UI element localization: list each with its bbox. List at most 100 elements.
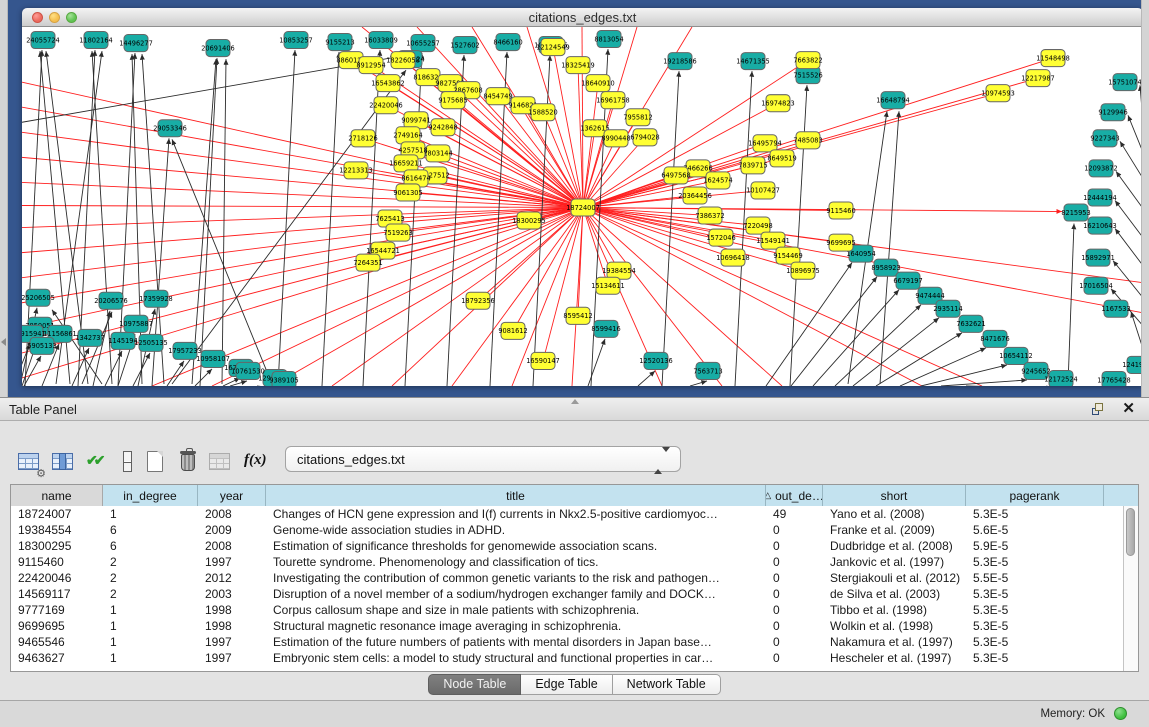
graph-node[interactable]: 12093872 [1084,160,1118,177]
table-row[interactable]: 2242004622012Investigating the contribut… [11,570,1123,586]
graph-node[interactable]: 16210643 [1083,217,1117,234]
graph-node[interactable]: 29053346 [153,120,187,137]
graph-node[interactable]: 9175685 [438,92,467,109]
graph-node[interactable]: 1572046 [706,229,735,246]
citation-network-graph[interactable]: 2405572411802164144962772069140610853257… [22,27,1143,386]
function-builder-icon[interactable]: f(x) [243,448,271,476]
graph-node[interactable]: 12520136 [639,352,673,369]
graph-node[interactable]: 18300295 [512,212,546,229]
graph-node[interactable]: 18640910 [581,75,615,92]
graph-node[interactable]: 12172524 [1044,370,1078,386]
table-row[interactable]: 946362711997Embryonic stem cells: a mode… [11,650,1123,666]
tab-edge-table[interactable]: Edge Table [521,674,612,695]
graph-node[interactable]: 16648794 [876,92,910,109]
graph-node[interactable]: 8595412 [563,307,592,324]
graph-node[interactable]: 10107427 [746,182,780,199]
graph-node[interactable]: 20206576 [94,292,128,309]
graph-node[interactable]: 8649519 [767,150,796,167]
column-header-title[interactable]: title [266,485,766,506]
column-header-name[interactable]: name [11,485,103,506]
graph-node[interactable]: 7485083 [793,132,822,149]
table-row[interactable]: 1456911722003Disruption of a novel membe… [11,586,1123,602]
window-titlebar[interactable]: citations_edges.txt [22,8,1143,27]
graph-node[interactable]: 19218586 [663,53,697,70]
graph-node[interactable]: 7563713 [693,362,722,379]
graph-node[interactable]: 9115460 [826,202,855,219]
graph-node[interactable]: 12124549 [536,39,570,56]
graph-node[interactable]: 6679197 [893,272,922,289]
graph-node[interactable]: 7632621 [956,315,985,332]
graph-node[interactable]: 1527602 [450,37,479,54]
new-table-icon[interactable] [142,448,170,476]
graph-node[interactable]: 16659211 [389,155,423,172]
table-row[interactable]: 969969511998Structural magnetic resonanc… [11,618,1123,634]
table-row[interactable]: 911546021997Tourette syndrome. Phenomeno… [11,554,1123,570]
graph-node[interactable]: 12217987 [1021,70,1055,87]
graph-node[interactable]: 14496277 [119,35,153,52]
graph-node[interactable]: 9129946 [1098,104,1127,121]
table-panel-header[interactable]: Table Panel ✕ [0,397,1149,421]
graph-node[interactable]: 11548498 [1036,50,1070,67]
graph-node[interactable]: 22420046 [369,97,403,114]
graph-node[interactable]: 7663822 [793,52,822,69]
graph-node[interactable]: 17765428 [1097,371,1131,386]
delete-entries-icon[interactable] [175,448,203,476]
graph-node[interactable]: 19384554 [602,262,636,279]
graph-node[interactable]: 12444194 [1083,189,1117,206]
graph-node[interactable]: 6794028 [630,129,659,146]
table-row[interactable]: 1872400712008Changes of HCN gene express… [11,506,1123,522]
graph-node[interactable]: 7839715 [738,157,767,174]
graph-node[interactable]: 8813054 [594,31,623,48]
graph-node[interactable]: 11802164 [79,32,113,49]
graph-node[interactable]: 9699695 [826,234,855,251]
graph-node[interactable]: 14671355 [736,53,770,70]
graph-node[interactable]: 16961758 [596,92,630,109]
graph-node[interactable]: 7955812 [623,109,652,126]
table-row[interactable]: 977716911998Corpus callosum shape and si… [11,602,1123,618]
graph-node[interactable]: 1624574 [703,172,732,189]
graph-node[interactable]: 9081612 [498,322,527,339]
graph-node[interactable]: 10654112 [999,347,1033,364]
graph-node[interactable]: 7220498 [743,217,772,234]
delete-table-icon[interactable] [207,448,235,476]
column-header-short[interactable]: short [823,485,966,506]
graph-node[interactable]: 12419046 [1122,356,1143,373]
graph-node[interactable]: 24055724 [26,32,60,49]
graph-node[interactable]: 2803144 [423,145,452,162]
graph-node[interactable]: 18325419 [561,57,595,74]
graph-node[interactable]: 7264351 [353,254,382,271]
graph-node[interactable]: 17016504 [1079,277,1113,294]
graph-node[interactable]: 25206505 [22,289,55,306]
graph-node[interactable]: 7386372 [695,207,724,224]
graph-node[interactable]: 8466160 [493,34,522,51]
graph-node[interactable]: 8471676 [980,330,1009,347]
graph-node[interactable]: 8215953 [1061,204,1090,221]
row-height-icon[interactable] [114,448,142,476]
graph-node[interactable]: 15751074 [1108,74,1142,91]
graph-node[interactable]: 16590147 [526,352,560,369]
scrollbar-thumb[interactable] [1126,508,1135,556]
graph-node[interactable]: 10853257 [279,32,313,49]
graph-node[interactable]: 10696418 [716,249,750,266]
graph-node[interactable]: 8990448 [601,130,630,147]
vertical-scrollbar[interactable] [1123,506,1138,671]
tab-network-table[interactable]: Network Table [613,674,721,695]
close-panel-icon[interactable]: ✕ [1122,401,1135,417]
float-panel-icon[interactable] [1092,403,1105,416]
graph-node[interactable]: 18724007 [566,199,600,216]
graph-node[interactable]: 9061305 [393,184,422,201]
graph-node[interactable]: 15134611 [591,277,625,294]
graph-node[interactable]: 1167533 [1101,300,1130,317]
graph-node[interactable]: 9389105 [269,371,298,386]
graph-node[interactable]: 18792356 [461,292,495,309]
graph-node[interactable]: 7515526 [793,67,822,84]
graph-node[interactable]: 10655257 [406,35,440,52]
graph-node[interactable]: 10974593 [981,85,1015,102]
column-header-out_de[interactable]: △out_de… [766,485,823,506]
graph-node[interactable]: 8958923 [871,259,900,276]
graph-node[interactable]: 1588520 [528,104,557,121]
graph-node[interactable]: 8599416 [591,320,620,337]
graph-node[interactable]: 20364456 [678,187,712,204]
graph-node[interactable]: 8912954 [356,57,385,74]
graph-node[interactable]: 16033809 [364,32,398,49]
